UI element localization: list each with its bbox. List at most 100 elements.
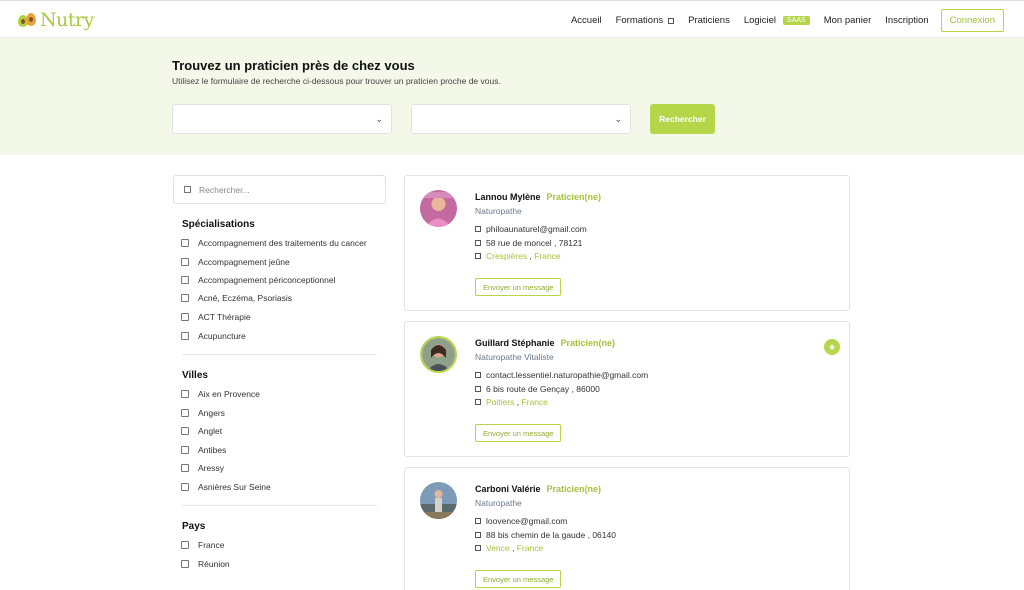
- email-text: loovence@gmail.com: [486, 516, 568, 526]
- email-icon: [475, 518, 481, 524]
- checkbox-label: Angers: [198, 408, 225, 418]
- filter-search-input[interactable]: Rechercher...: [173, 175, 386, 204]
- checkbox-label: Accompagnement jeûne: [198, 257, 290, 267]
- email-text: philoaunaturel@gmail.com: [486, 224, 587, 234]
- filter-spec-acne[interactable]: Acné, Eczéma, Psoriasis: [181, 293, 292, 303]
- practitioner-card: Guillard Stéphanie Praticien(ne) Naturopa…: [404, 321, 850, 457]
- logo-text: Nutry: [40, 9, 94, 31]
- name-text: Carboni Valérie: [475, 484, 541, 494]
- address-icon: [475, 532, 481, 538]
- nav-formations-label: Formations: [615, 15, 664, 26]
- nav-logiciel[interactable]: Logiciel SAAS: [744, 15, 810, 26]
- send-message-button[interactable]: Envoyer un message: [475, 278, 562, 296]
- checkbox[interactable]: [181, 294, 189, 302]
- send-message-button[interactable]: Envoyer un message: [475, 424, 562, 442]
- nav-mon-panier[interactable]: Mon panier: [824, 15, 872, 26]
- checkbox-label: Asnières Sur Seine: [198, 482, 271, 492]
- practitioner-email: contact.lessentiel.naturopathie@gmail.co…: [475, 370, 648, 380]
- filter-spec-act[interactable]: ACT Thérapie: [181, 312, 251, 322]
- checkbox-label: Anglet: [198, 426, 223, 436]
- send-message-button[interactable]: Envoyer un message: [475, 570, 562, 588]
- checkbox[interactable]: [181, 464, 189, 472]
- practitioner-location: Vence , France: [475, 543, 543, 553]
- practitioner-name[interactable]: Guillard Stéphanie Praticien(ne): [475, 338, 615, 348]
- checkbox-label: Aressy: [198, 463, 224, 473]
- checkbox-label: Acné, Eczéma, Psoriasis: [198, 293, 293, 303]
- practitioner-address: 58 rue de moncel , 78121: [475, 238, 582, 248]
- page-title: Trouvez un praticien près de chez vous: [172, 58, 415, 73]
- practitioner-job: Naturopathe Vitaliste: [475, 352, 554, 362]
- nav-links: Accueil Formations Praticiens Logiciel SA…: [557, 9, 1004, 32]
- address-text: 88 bis chemin de la gaude , 06140: [486, 530, 616, 540]
- checkbox[interactable]: [181, 258, 189, 266]
- chevron-down-icon: ⌄: [614, 114, 622, 124]
- specialty-select[interactable]: ⌄: [172, 104, 392, 134]
- practitioner-card: Lannou Mylène Praticien(ne) Naturopathe p…: [404, 175, 850, 311]
- chevron-down-icon: ⌄: [375, 114, 383, 124]
- checkbox-label: Antibes: [198, 445, 227, 455]
- divider: [182, 354, 377, 355]
- practitioner-email: philoaunaturel@gmail.com: [475, 224, 587, 234]
- name-text: Guillard Stéphanie: [475, 338, 555, 348]
- filter-ville-antibes[interactable]: Antibes: [181, 445, 226, 455]
- checkbox[interactable]: [181, 446, 189, 454]
- logo[interactable]: Nutry: [18, 9, 94, 31]
- practitioner-name[interactable]: Lannou Mylène Praticien(ne): [475, 192, 601, 202]
- city-link[interactable]: Vence: [486, 543, 510, 553]
- checkbox[interactable]: [181, 239, 189, 247]
- practitioner-location: Poitiers , France: [475, 397, 548, 407]
- filter-pays-france[interactable]: France: [181, 540, 224, 550]
- country-link[interactable]: France: [517, 543, 543, 553]
- filter-spec-acupuncture[interactable]: Acupuncture: [181, 331, 246, 341]
- filter-spec-cancer[interactable]: Accompagnement des traitements du cancer: [181, 238, 367, 248]
- checkbox[interactable]: [181, 483, 189, 491]
- country-link[interactable]: France: [534, 251, 560, 261]
- checkbox-label: Acupuncture: [198, 331, 246, 341]
- filter-ville-aressy[interactable]: Aressy: [181, 463, 224, 473]
- filter-spec-periconceptionnel[interactable]: Accompagnement périconceptionnel: [181, 275, 336, 285]
- location-icon: [475, 399, 481, 405]
- location-icon: [475, 545, 481, 551]
- search-button[interactable]: Rechercher: [650, 104, 715, 134]
- checkbox-label: France: [198, 540, 225, 550]
- checkbox[interactable]: [181, 560, 189, 568]
- avatar: [420, 482, 457, 519]
- city-link[interactable]: Poitiers: [486, 397, 514, 407]
- page-subtitle: Utilisez le formulaire de recherche ci-d…: [172, 76, 501, 86]
- nav-inscription[interactable]: Inscription: [885, 15, 928, 26]
- filter-ville-asnieres[interactable]: Asnières Sur Seine: [181, 482, 271, 492]
- nav-accueil[interactable]: Accueil: [571, 15, 602, 26]
- dropdown-icon: [668, 17, 675, 24]
- filter-spec-jeune[interactable]: Accompagnement jeûne: [181, 257, 290, 267]
- address-icon: [475, 240, 481, 246]
- checkbox-label: Réunion: [198, 559, 230, 569]
- nav-praticiens[interactable]: Praticiens: [688, 15, 730, 26]
- address-icon: [475, 386, 481, 392]
- location-select[interactable]: ⌄: [411, 104, 631, 134]
- checkbox[interactable]: [181, 427, 189, 435]
- email-text: contact.lessentiel.naturopathie@gmail.co…: [486, 370, 649, 380]
- filter-ville-angers[interactable]: Angers: [181, 408, 225, 418]
- checkbox[interactable]: [181, 390, 189, 398]
- avatar: [420, 190, 457, 227]
- email-icon: [475, 226, 481, 232]
- practitioner-name[interactable]: Carboni Valérie Praticien(ne): [475, 484, 601, 494]
- address-text: 6 bis route de Gençay , 86000: [486, 384, 600, 394]
- practitioner-email: loovence@gmail.com: [475, 516, 567, 526]
- nav-logiciel-label: Logiciel: [743, 15, 777, 26]
- filter-pays-reunion[interactable]: Réunion: [181, 559, 230, 569]
- nav-formations[interactable]: Formations: [616, 15, 675, 26]
- login-button[interactable]: Connexion: [940, 9, 1004, 32]
- checkbox[interactable]: [181, 332, 189, 340]
- checkbox[interactable]: [181, 313, 189, 321]
- filter-ville-aix[interactable]: Aix en Provence: [181, 389, 260, 399]
- checkbox[interactable]: [181, 541, 189, 549]
- city-link[interactable]: Crespières: [486, 251, 527, 261]
- practitioner-location: Crespières , France: [475, 251, 561, 261]
- practitioner-badge: Praticien(ne): [546, 192, 602, 202]
- checkbox[interactable]: [181, 409, 189, 417]
- practitioner-job: Naturopathe: [475, 206, 522, 216]
- checkbox[interactable]: [181, 276, 189, 284]
- country-link[interactable]: France: [521, 397, 547, 407]
- filter-ville-anglet[interactable]: Anglet: [181, 426, 222, 436]
